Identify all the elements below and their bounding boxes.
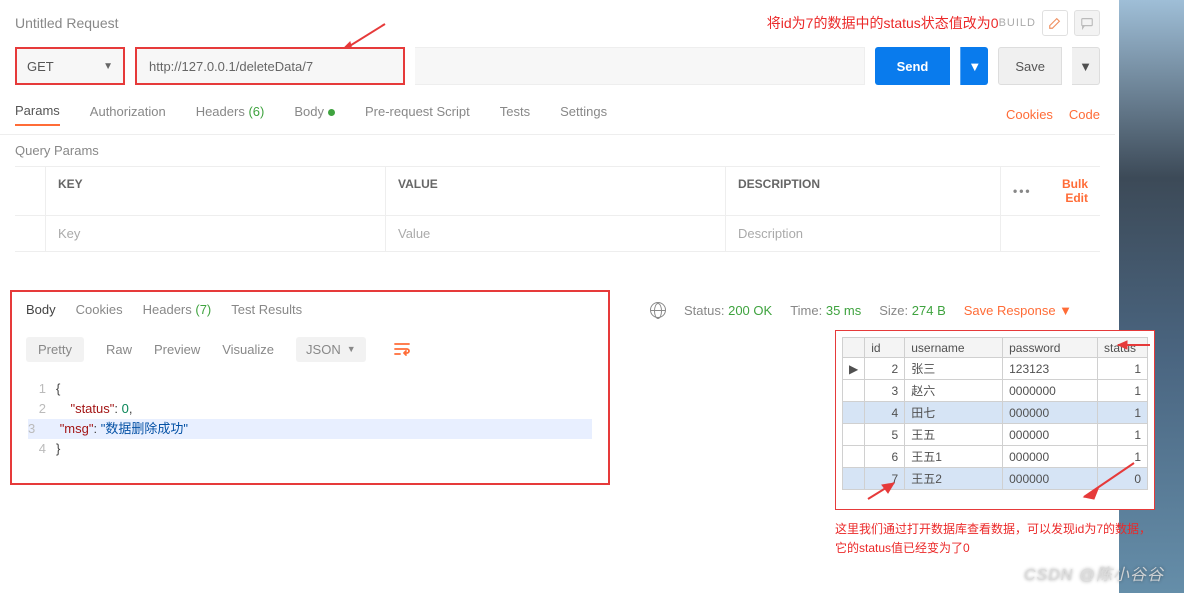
annotation-top: 将id为7的数据中的status状态值改为0 [767, 13, 999, 33]
tab-headers[interactable]: Headers (6) [196, 104, 265, 125]
desc-header: DESCRIPTION [725, 167, 1000, 215]
resp-tab-cookies[interactable]: Cookies [76, 302, 123, 317]
tab-settings[interactable]: Settings [560, 104, 607, 125]
request-tabs: Params Authorization Headers (6) Body Pr… [0, 95, 1115, 135]
watermark: CSDN @陈小谷谷 [1024, 561, 1164, 585]
comment-icon[interactable] [1074, 10, 1100, 36]
response-tabs: Body Cookies Headers (7) Test Results [18, 296, 602, 323]
bulk-edit-link[interactable]: Bulk Edit [1044, 177, 1088, 205]
resp-tab-body[interactable]: Body [26, 302, 56, 317]
tab-body[interactable]: Body [294, 104, 335, 125]
header-actions: ••• Bulk Edit [1000, 167, 1100, 215]
url-input[interactable]: http://127.0.0.1/deleteData/7 [135, 47, 405, 85]
headers-count: (6) [248, 104, 264, 119]
globe-icon[interactable] [650, 302, 666, 318]
db-table-annotation: id username password status ▶2张三1231231 … [835, 330, 1155, 510]
chevron-down-icon: ▼ [347, 344, 356, 354]
request-row: GET ▼ http://127.0.0.1/deleteData/7 Send… [0, 42, 1115, 95]
response-panel: Body Cookies Headers (7) Test Results Pr… [10, 290, 610, 485]
resp-tab-headers[interactable]: Headers (7) [143, 302, 212, 317]
view-pretty[interactable]: Pretty [26, 337, 84, 362]
tab-prerequest[interactable]: Pre-request Script [365, 104, 470, 125]
response-toolbar: Pretty Raw Preview Visualize JSON ▼ [18, 323, 602, 375]
size-stat: Size: 274 B [879, 303, 946, 318]
arrow-to-status-col [1112, 337, 1152, 353]
annotation-bottom: 这里我们通过打开数据库查看数据，可以发现id为7的数据，它的status值已经变… [835, 520, 1155, 558]
response-status-bar: Status: 200 OK Time: 35 ms Size: 274 B S… [650, 302, 1072, 318]
resp-tab-tests[interactable]: Test Results [231, 302, 302, 317]
chevron-down-icon: ▼ [103, 61, 113, 72]
table-row: 3赵六00000001 [843, 380, 1148, 402]
arrow-to-row7 [864, 479, 904, 503]
code-link[interactable]: Code [1069, 107, 1100, 122]
table-row: 4田七0000001 [843, 402, 1148, 424]
cookies-link[interactable]: Cookies [1006, 107, 1053, 122]
table-row: 5王五0000001 [843, 424, 1148, 446]
row-actions [1000, 216, 1100, 251]
save-dropdown[interactable]: ▼ [1072, 47, 1100, 85]
tab-body-label: Body [294, 104, 324, 119]
format-select[interactable]: JSON ▼ [296, 337, 366, 362]
method-value: GET [27, 59, 54, 74]
send-button[interactable]: Send [875, 47, 951, 85]
tab-tests[interactable]: Tests [500, 104, 530, 125]
request-header-row: Untitled Request 将id为7的数据中的status状态值改为0 … [0, 0, 1115, 42]
key-header: KEY [45, 167, 385, 215]
wrap-lines-icon[interactable] [388, 335, 416, 363]
params-table: KEY VALUE DESCRIPTION ••• Bulk Edit Key … [15, 166, 1100, 252]
db-col-password: password [1003, 338, 1098, 358]
checkbox-header-cell [15, 167, 45, 215]
save-response-link[interactable]: Save Response ▼ [964, 303, 1072, 318]
tab-authorization[interactable]: Authorization [90, 104, 166, 125]
desc-input[interactable]: Description [725, 216, 1000, 251]
view-visualize[interactable]: Visualize [222, 342, 274, 357]
query-params-title: Query Params [0, 135, 1115, 166]
more-icon[interactable]: ••• [1013, 184, 1032, 198]
save-button[interactable]: Save [998, 47, 1062, 85]
url-extra[interactable] [415, 47, 865, 85]
view-raw[interactable]: Raw [106, 342, 132, 357]
params-header-row: KEY VALUE DESCRIPTION ••• Bulk Edit [15, 167, 1100, 216]
edit-icon[interactable] [1042, 10, 1068, 36]
tab-params[interactable]: Params [15, 103, 60, 126]
db-header-row: id username password status [843, 338, 1148, 358]
key-input[interactable]: Key [45, 216, 385, 251]
db-col-id: id [865, 338, 905, 358]
arrow-to-status0 [1074, 459, 1144, 503]
time-stat: Time: 35 ms [790, 303, 861, 318]
view-preview[interactable]: Preview [154, 342, 200, 357]
build-label: BUILD [999, 17, 1036, 29]
table-row: ▶2张三1231231 [843, 358, 1148, 380]
status-stat: Status: 200 OK [684, 303, 772, 318]
method-select[interactable]: GET ▼ [15, 47, 125, 85]
body-indicator-icon [328, 109, 335, 116]
tab-headers-label: Headers [196, 104, 245, 119]
send-dropdown[interactable]: ▼ [960, 47, 988, 85]
db-col-username: username [905, 338, 1003, 358]
value-input[interactable]: Value [385, 216, 725, 251]
value-header: VALUE [385, 167, 725, 215]
params-row: Key Value Description [15, 216, 1100, 251]
checkbox-cell[interactable] [15, 216, 45, 251]
postman-panel: Untitled Request 将id为7的数据中的status状态值改为0 … [0, 0, 1115, 593]
response-body-code: 1{ 2 "status": 0, 3 "msg": "数据删除成功" 4} [18, 375, 602, 463]
